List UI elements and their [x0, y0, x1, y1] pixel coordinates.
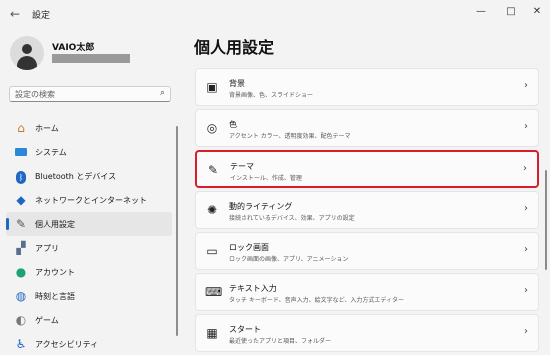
card-title: 動的ライティング — [229, 202, 293, 211]
lock-screen-icon: ▭ — [206, 244, 218, 258]
user-name: VAIO太郎 — [52, 43, 95, 53]
card-description: 接続されているデバイス、効果、アプリの設定 — [229, 215, 355, 222]
search-input[interactable]: 設定の検索 ⌕ — [9, 86, 171, 102]
card-title: テキスト入力 — [229, 284, 277, 293]
settings-list: ▣ 背景 背景画像、色、スライドショー › ◎ 色 アクセント カラー、透明度効… — [195, 68, 539, 355]
card-description: アクセント カラー、透明度効果、配色テーマ — [229, 133, 351, 140]
monitor-icon — [14, 145, 28, 159]
sidebar-item-label: アクセシビリティ — [35, 340, 99, 349]
card-title: 色 — [229, 120, 237, 129]
sidebar-item-label: 時刻と言語 — [35, 292, 75, 301]
wifi-icon: ◆ — [16, 193, 26, 207]
bluetooth-icon: ᛒ — [14, 169, 28, 184]
pen-icon: ✎ — [15, 217, 27, 231]
image-icon: ▣ — [206, 80, 218, 94]
sidebar-item-label: アプリ — [35, 244, 59, 253]
avatar[interactable] — [10, 36, 44, 70]
card-text-input[interactable]: ⌨ テキスト入力 タッチ キーボード、音声入力、絵文字など、入力方式エディター … — [195, 273, 539, 311]
card-title: テーマ — [230, 162, 254, 171]
card-description: 背景画像、色、スライドショー — [229, 92, 314, 99]
back-arrow-icon[interactable]: ← — [6, 5, 24, 23]
chevron-right-icon: › — [524, 285, 528, 296]
card-colors[interactable]: ◎ 色 アクセント カラー、透明度効果、配色テーマ › — [195, 109, 539, 147]
page-title: 個人用設定 — [194, 38, 275, 57]
sidebar-item-time-language[interactable]: ◍ 時刻と言語 — [6, 284, 172, 308]
chevron-right-icon: › — [524, 326, 528, 337]
chevron-right-icon: › — [524, 203, 528, 214]
sidebar-item-label: ホーム — [35, 124, 59, 133]
sidebar-item-system[interactable]: システム — [6, 140, 172, 164]
sidebar-item-network[interactable]: ◆ ネットワークとインターネット — [6, 188, 172, 212]
account-icon: ● — [15, 265, 27, 279]
accessibility-icon: ♿ — [15, 337, 27, 351]
sidebar-nav: ⌂ ホーム システム ᛒ Bluetooth とデバイス ◆ ネットワークとイン… — [6, 116, 172, 355]
main-scrollbar[interactable] — [545, 170, 547, 270]
sidebar-item-label: ゲーム — [35, 316, 59, 325]
globe-clock-icon: ◍ — [15, 289, 27, 303]
search-placeholder: 設定の検索 — [15, 90, 55, 99]
card-description: タッチ キーボード、音声入力、絵文字など、入力方式エディター — [229, 297, 404, 304]
sidebar-item-label: 個人用設定 — [35, 220, 75, 229]
card-title: ロック画面 — [229, 243, 269, 252]
sidebar-item-accounts[interactable]: ● アカウント — [6, 260, 172, 284]
chevron-right-icon: › — [523, 163, 527, 174]
gamepad-icon: ◐ — [15, 313, 27, 327]
user-email-redacted — [52, 54, 130, 63]
sidebar-item-label: Bluetooth とデバイス — [35, 172, 117, 181]
chevron-right-icon: › — [524, 244, 528, 255]
start-icon: ▦ — [206, 326, 218, 340]
minimize-button[interactable]: — — [470, 3, 492, 21]
apps-icon: ▞ — [16, 241, 26, 255]
sidebar-item-label: アカウント — [35, 268, 75, 277]
chevron-right-icon: › — [524, 121, 528, 132]
card-themes[interactable]: ✎ テーマ インストール、作成、管理 › — [195, 150, 539, 188]
sidebar-item-bluetooth[interactable]: ᛒ Bluetooth とデバイス — [6, 164, 172, 188]
sidebar-scrollbar[interactable] — [176, 126, 178, 336]
maximize-button[interactable]: □ — [500, 3, 522, 21]
sidebar-item-label: ネットワークとインターネット — [35, 196, 147, 205]
sidebar-item-home[interactable]: ⌂ ホーム — [6, 116, 172, 140]
app-title: 設定 — [32, 11, 51, 21]
home-icon: ⌂ — [17, 121, 25, 135]
card-description: ロック画面の画像、アプリ、アニメーション — [229, 256, 349, 263]
search-icon: ⌕ — [159, 88, 165, 98]
sidebar-item-gaming[interactable]: ◐ ゲーム — [6, 308, 172, 332]
sidebar-item-personalization[interactable]: ✎ 個人用設定 — [6, 212, 172, 236]
sidebar-item-label: システム — [35, 148, 67, 157]
card-background[interactable]: ▣ 背景 背景画像、色、スライドショー › — [195, 68, 539, 106]
card-description: インストール、作成、管理 — [230, 175, 302, 182]
close-button[interactable]: ✕ — [526, 3, 548, 21]
card-description: 最近使ったアプリと項目、フォルダー — [229, 338, 332, 345]
card-title: スタート — [229, 325, 261, 334]
card-title: 背景 — [229, 79, 245, 88]
keyboard-icon: ⌨ — [205, 285, 223, 299]
sidebar-item-apps[interactable]: ▞ アプリ — [6, 236, 172, 260]
sidebar-item-accessibility[interactable]: ♿ アクセシビリティ — [6, 332, 172, 355]
palette-icon: ◎ — [206, 121, 218, 135]
brush-icon: ✎ — [207, 163, 219, 177]
dynamic-lighting-icon: ✺ — [206, 203, 218, 217]
card-dynamic-lighting[interactable]: ✺ 動的ライティング 接続されているデバイス、効果、アプリの設定 › — [195, 191, 539, 229]
title-bar: ← 設定 — □ ✕ — [0, 0, 550, 28]
card-start[interactable]: ▦ スタート 最近使ったアプリと項目、フォルダー › — [195, 314, 539, 352]
card-lock-screen[interactable]: ▭ ロック画面 ロック画面の画像、アプリ、アニメーション › — [195, 232, 539, 270]
chevron-right-icon: › — [524, 80, 528, 91]
